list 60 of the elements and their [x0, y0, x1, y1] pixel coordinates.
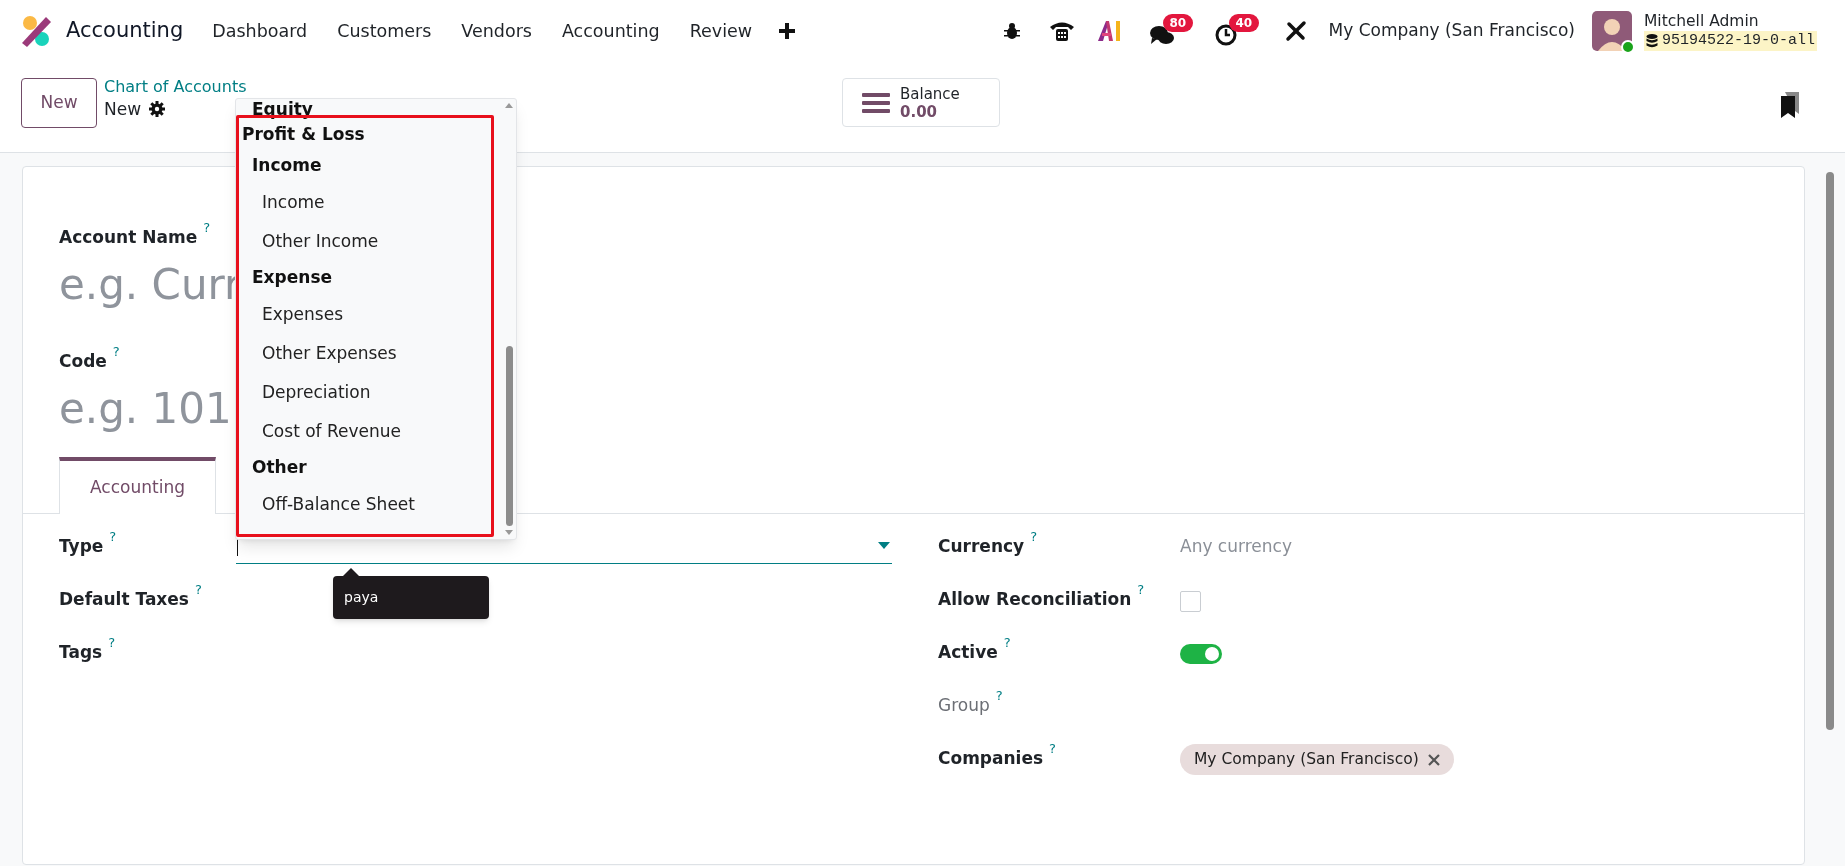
new-button[interactable]: New	[21, 78, 97, 128]
caret-icon[interactable]	[878, 542, 890, 549]
balance-button[interactable]: Balance 0.00	[842, 78, 1000, 127]
checkbox[interactable]	[1180, 591, 1201, 612]
breadcrumb-link[interactable]: Chart of Accounts	[104, 76, 247, 98]
bookmark-icon[interactable]	[1779, 92, 1801, 118]
dropdown-section-header: Profit & Loss	[241, 123, 366, 147]
plus-icon[interactable]	[779, 23, 796, 39]
field-label: Active	[938, 641, 998, 664]
menu-icon	[862, 91, 890, 114]
help-icon[interactable]: ?	[203, 221, 211, 235]
close-icon[interactable]	[1427, 753, 1440, 766]
field-label: Tags	[59, 641, 103, 664]
user-name[interactable]: Mitchell Admin	[1643, 11, 1817, 31]
database-name: 95194522-19-0-all	[1661, 31, 1815, 51]
company-switcher[interactable]: My Company (San Francisco)	[1328, 18, 1575, 44]
field-label: Code	[59, 349, 107, 373]
company-tag: My Company (San Francisco)	[1180, 744, 1454, 775]
tab[interactable]: Accounting	[59, 457, 216, 514]
tooltip-text: paya	[344, 588, 379, 607]
count-badge: 40	[1228, 14, 1260, 32]
record-title: New	[104, 98, 142, 120]
ai-icon[interactable]	[1096, 20, 1121, 42]
help-icon[interactable]: ?	[1049, 742, 1056, 756]
help-icon[interactable]: ?	[1030, 530, 1038, 544]
field-value: Any currency	[1180, 536, 1292, 556]
field-label: Account Name	[59, 226, 198, 249]
menu-item[interactable]: Review	[674, 17, 768, 45]
database-icon	[1645, 34, 1658, 48]
app-logo-icon[interactable]	[20, 15, 52, 47]
help-icon[interactable]: ?	[1003, 636, 1011, 650]
field-label: Currency	[938, 535, 1025, 558]
menu-item[interactable]: Vendors	[446, 17, 547, 45]
field-label: Default Taxes	[59, 588, 189, 611]
avatar-icon[interactable]	[1591, 11, 1632, 51]
menu-item[interactable]: Accounting	[546, 17, 675, 45]
scrollbar-thumb[interactable]	[1826, 172, 1834, 730]
field-label: Type	[59, 535, 104, 558]
dropdown-group-header: Other	[251, 456, 308, 480]
dropdown-group-header: Expense	[251, 266, 334, 290]
gear-icon[interactable]	[149, 101, 166, 117]
menu-item[interactable]: Customers	[322, 17, 447, 45]
help-icon[interactable]: ?	[108, 636, 116, 650]
toggle-switch[interactable]	[1180, 644, 1222, 664]
help-icon[interactable]: ?	[109, 530, 117, 544]
phone-icon[interactable]	[1048, 20, 1075, 42]
help-icon[interactable]: ?	[112, 344, 120, 359]
dropdown-group-header: Income	[251, 154, 323, 178]
menu-item[interactable]: Dashboard	[197, 17, 323, 45]
help-icon[interactable]: ?	[1137, 583, 1145, 597]
field-label: Group	[938, 694, 990, 717]
help-icon[interactable]: ?	[195, 583, 202, 597]
scroll-down-icon[interactable]	[505, 530, 513, 535]
bug-icon[interactable]	[1002, 22, 1021, 40]
scroll-up-icon[interactable]	[505, 103, 513, 108]
field-label: Allow Reconciliation	[938, 588, 1132, 611]
app-name[interactable]: Accounting	[66, 15, 184, 47]
field-label: Companies	[938, 747, 1044, 770]
scrollbar-thumb[interactable]	[506, 346, 513, 526]
count-badge: 80	[1162, 14, 1194, 32]
